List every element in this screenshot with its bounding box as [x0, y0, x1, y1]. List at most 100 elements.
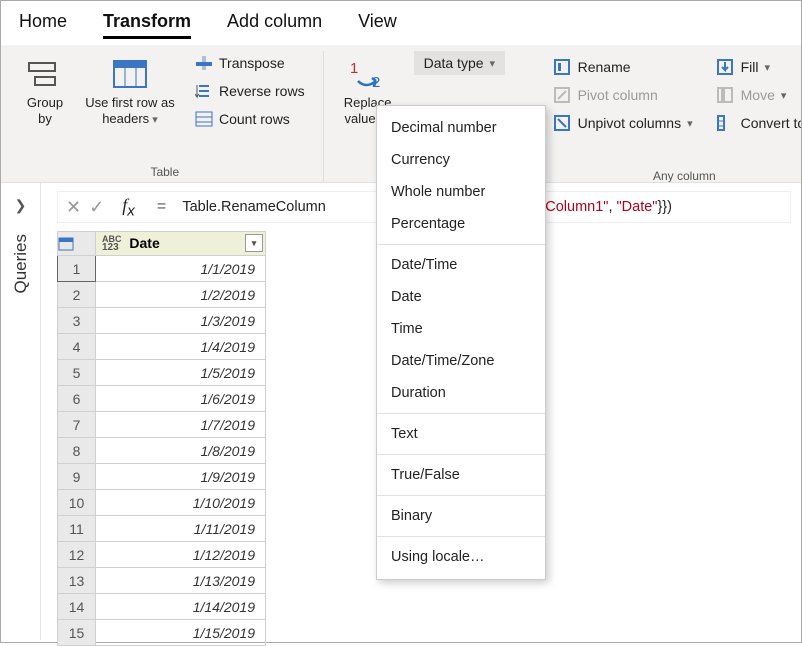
tab-add-column[interactable]: Add column: [227, 11, 322, 39]
dt-text[interactable]: Text: [377, 418, 545, 450]
tab-transform[interactable]: Transform: [103, 11, 191, 39]
queries-rail[interactable]: ❯ Queries: [1, 183, 41, 640]
column-filter-dropdown[interactable]: ▾: [245, 234, 263, 252]
data-type-dropdown[interactable]: Data type: [414, 51, 505, 75]
table-row[interactable]: 31/3/2019: [58, 308, 266, 334]
reverse-icon: [195, 83, 213, 99]
cell-date[interactable]: 1/15/2019: [96, 620, 266, 646]
dt-datetime[interactable]: Date/Time: [377, 249, 545, 281]
transpose-button[interactable]: Transpose: [189, 51, 311, 75]
row-header[interactable]: 9: [58, 464, 96, 490]
rename-label: Rename: [578, 59, 631, 75]
row-header[interactable]: 14: [58, 594, 96, 620]
dt-locale[interactable]: Using locale…: [377, 541, 545, 573]
dt-dtz[interactable]: Date/Time/Zone: [377, 345, 545, 377]
tab-home[interactable]: Home: [19, 11, 67, 39]
row-header[interactable]: 4: [58, 334, 96, 360]
table-row[interactable]: 21/2/2019: [58, 282, 266, 308]
dt-percentage[interactable]: Percentage: [377, 208, 545, 240]
table-row[interactable]: 41/4/2019: [58, 334, 266, 360]
fx-icon[interactable]: fx: [122, 195, 141, 220]
row-header[interactable]: 13: [58, 568, 96, 594]
tab-strip: Home Transform Add column View: [1, 1, 801, 45]
cell-date[interactable]: 1/14/2019: [96, 594, 266, 620]
table-row[interactable]: 61/6/2019: [58, 386, 266, 412]
row-header[interactable]: 8: [58, 438, 96, 464]
cell-date[interactable]: 1/13/2019: [96, 568, 266, 594]
row-header[interactable]: 6: [58, 386, 96, 412]
dt-currency[interactable]: Currency: [377, 144, 545, 176]
corner-cell[interactable]: [58, 232, 96, 256]
cell-date[interactable]: 1/4/2019: [96, 334, 266, 360]
pivot-column-button[interactable]: Pivot column: [548, 83, 699, 107]
cell-date[interactable]: 1/2/2019: [96, 282, 266, 308]
expand-chevron-icon[interactable]: ❯: [15, 197, 27, 214]
transpose-label: Transpose: [219, 55, 285, 71]
fill-button[interactable]: Fill: [711, 55, 801, 79]
queries-label: Queries: [11, 234, 31, 294]
table-row[interactable]: 91/9/2019: [58, 464, 266, 490]
move-button[interactable]: Move: [711, 83, 801, 107]
row-header[interactable]: 7: [58, 412, 96, 438]
first-row-headers-button[interactable]: Use first row as headers: [75, 51, 185, 132]
row-header[interactable]: 1: [58, 256, 96, 282]
dt-time[interactable]: Time: [377, 313, 545, 345]
row-header[interactable]: 3: [58, 308, 96, 334]
table-row[interactable]: 71/7/2019: [58, 412, 266, 438]
dt-whole[interactable]: Whole number: [377, 176, 545, 208]
table-row[interactable]: 51/5/2019: [58, 360, 266, 386]
table-row[interactable]: 121/12/2019: [58, 542, 266, 568]
row-header[interactable]: 10: [58, 490, 96, 516]
table-row[interactable]: 11/1/2019: [58, 256, 266, 282]
row-header[interactable]: 15: [58, 620, 96, 646]
cancel-icon[interactable]: ✕: [66, 197, 81, 218]
cell-date[interactable]: 1/1/2019: [96, 256, 266, 282]
dt-tf[interactable]: True/False: [377, 459, 545, 491]
tab-view[interactable]: View: [358, 11, 397, 39]
table-row[interactable]: 81/8/2019: [58, 438, 266, 464]
cell-date[interactable]: 1/8/2019: [96, 438, 266, 464]
group-by-icon: [27, 55, 63, 95]
reverse-rows-button[interactable]: Reverse rows: [189, 79, 311, 103]
count-rows-button[interactable]: Count rows: [189, 107, 311, 131]
cell-date[interactable]: 1/6/2019: [96, 386, 266, 412]
row-header[interactable]: 11: [58, 516, 96, 542]
row-header[interactable]: 12: [58, 542, 96, 568]
formula-eq: =: [151, 198, 173, 216]
column-header-date[interactable]: ABC 123 Date ▾: [96, 232, 266, 256]
replace-values-icon: 12: [348, 55, 388, 95]
cell-date[interactable]: 1/7/2019: [96, 412, 266, 438]
cell-date[interactable]: 1/12/2019: [96, 542, 266, 568]
cell-date[interactable]: 1/11/2019: [96, 516, 266, 542]
group-by-button[interactable]: Group by: [19, 51, 71, 131]
table-row[interactable]: 141/14/2019: [58, 594, 266, 620]
transpose-icon: [195, 55, 213, 71]
first-row-headers-label: Use first row as headers: [85, 95, 175, 128]
row-header[interactable]: 2: [58, 282, 96, 308]
dt-date[interactable]: Date: [377, 281, 545, 313]
unpivot-columns-button[interactable]: Unpivot columns: [548, 111, 699, 135]
commit-icon[interactable]: ✓: [89, 197, 104, 218]
cell-date[interactable]: 1/5/2019: [96, 360, 266, 386]
fill-label: Fill: [741, 59, 759, 75]
n123-icon: 123: [102, 243, 122, 252]
row-header[interactable]: 5: [58, 360, 96, 386]
column-header-label: Date: [129, 235, 159, 251]
table-row[interactable]: 111/11/2019: [58, 516, 266, 542]
move-label: Move: [741, 87, 775, 103]
group-by-label: Group by: [27, 95, 63, 127]
dt-decimal[interactable]: Decimal number: [377, 112, 545, 144]
data-grid: ABC 123 Date ▾ 11/1/201921/2/201931/3/20…: [57, 231, 266, 646]
dt-duration[interactable]: Duration: [377, 377, 545, 409]
table-row[interactable]: 151/15/2019: [58, 620, 266, 646]
dt-binary[interactable]: Binary: [377, 500, 545, 532]
unpivot-icon: [554, 115, 572, 131]
table-row[interactable]: 131/13/2019: [58, 568, 266, 594]
cell-date[interactable]: 1/9/2019: [96, 464, 266, 490]
cell-date[interactable]: 1/10/2019: [96, 490, 266, 516]
rename-button[interactable]: Rename: [548, 55, 699, 79]
cell-date[interactable]: 1/3/2019: [96, 308, 266, 334]
table-row[interactable]: 101/10/2019: [58, 490, 266, 516]
unpivot-label: Unpivot columns: [578, 115, 682, 131]
convert-to-list-button[interactable]: Convert to list: [711, 111, 801, 135]
